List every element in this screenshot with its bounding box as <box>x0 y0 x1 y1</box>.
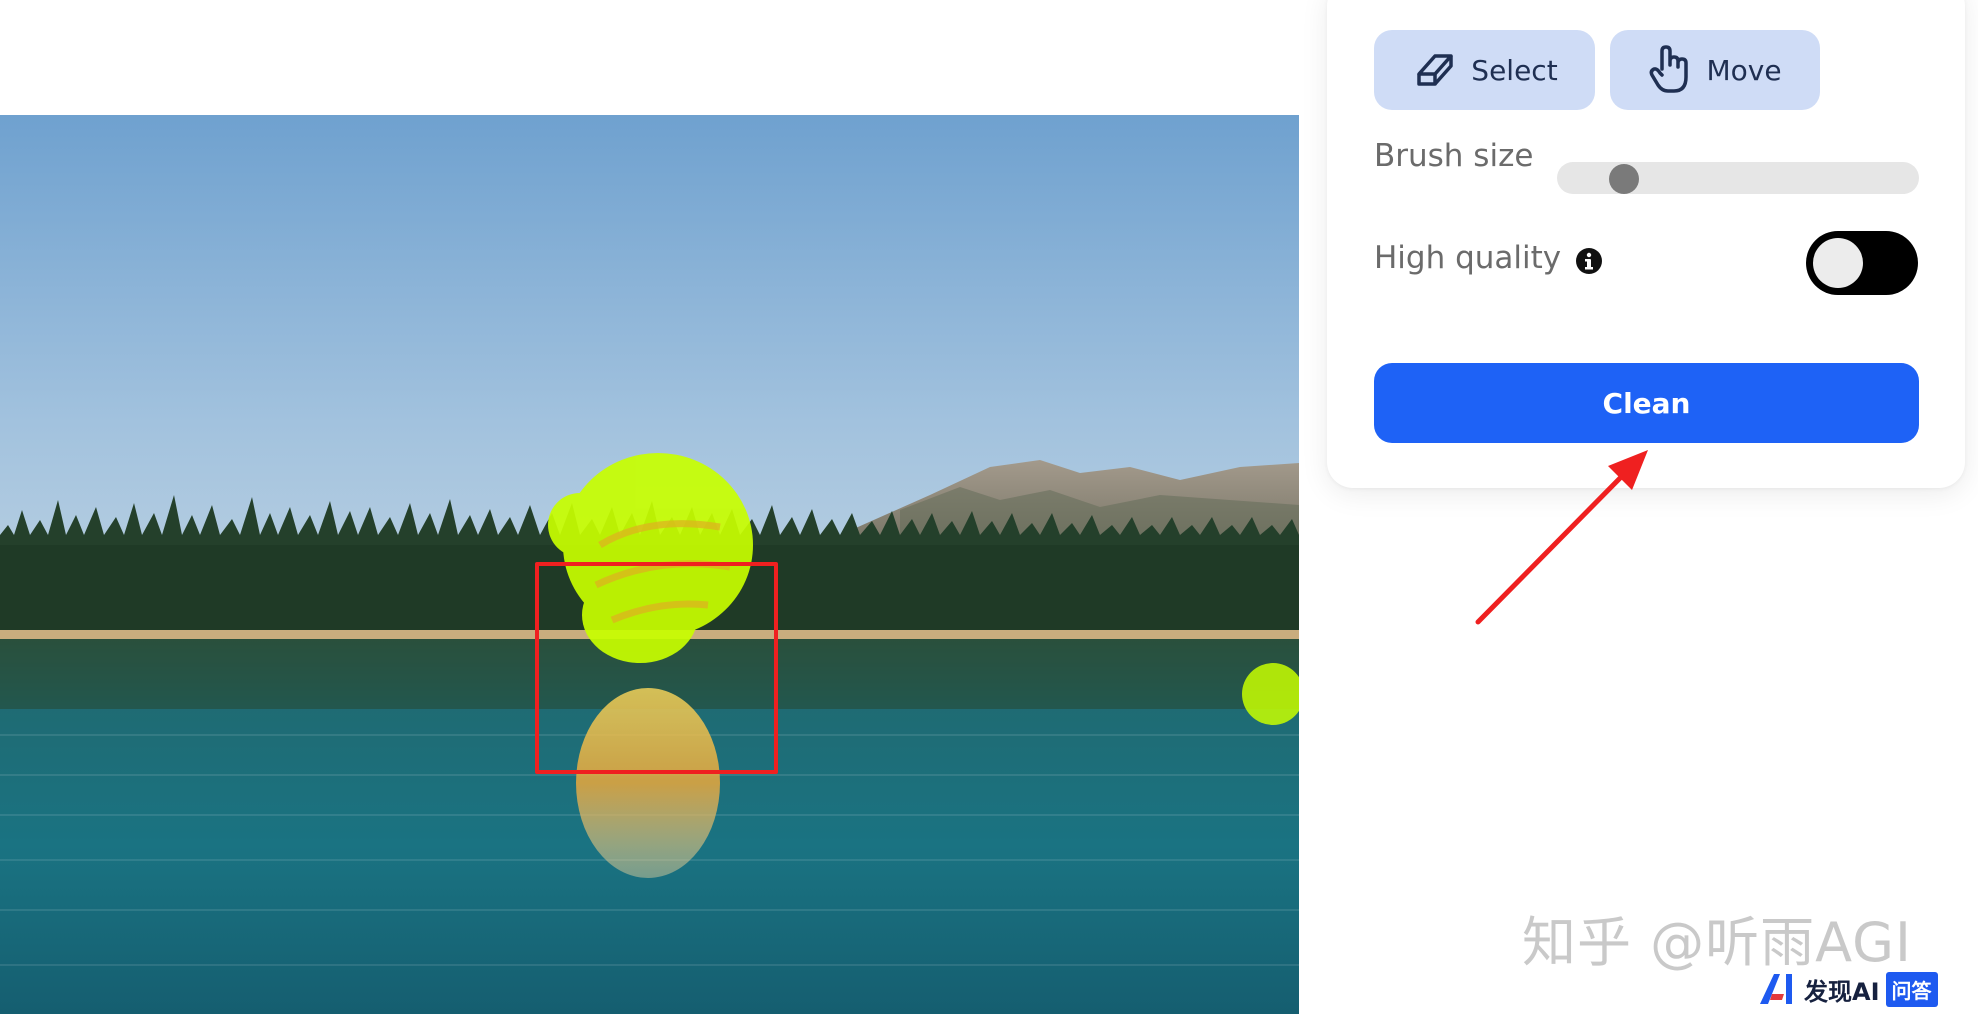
select-label: Select <box>1471 53 1558 87</box>
clean-button[interactable]: Clean <box>1374 363 1919 443</box>
annotation-arrow <box>1475 450 1648 625</box>
ai-logo-icon <box>1760 974 1792 1004</box>
corner-logo: 发现AI 问答 <box>1758 971 1938 1007</box>
info-icon[interactable] <box>1575 247 1603 275</box>
brush-cursor <box>1242 663 1299 725</box>
logo-text: 发现AI <box>1804 977 1880 1006</box>
eraser-icon <box>1417 54 1454 86</box>
brush-size-label: Brush size <box>1374 138 1534 174</box>
image-canvas[interactable] <box>0 115 1299 1014</box>
tool-panel: Select Move Brush size High quality Clea… <box>1327 0 1965 488</box>
brush-size-slider-thumb[interactable] <box>1609 164 1640 194</box>
select-tool-button[interactable]: Select <box>1374 30 1595 110</box>
move-tool-button[interactable]: Move <box>1610 30 1820 110</box>
logo-badge: 问答 <box>1885 971 1938 1007</box>
hand-pointer-icon <box>1650 45 1689 93</box>
high-quality-label: High quality <box>1374 240 1562 276</box>
brush-size-slider[interactable] <box>1557 162 1919 194</box>
toggle-knob <box>1813 238 1863 288</box>
move-label: Move <box>1706 53 1782 87</box>
watermark-text: 知乎 @听雨AGI <box>1522 911 1912 974</box>
selection-box[interactable] <box>535 562 778 774</box>
high-quality-toggle[interactable] <box>1806 231 1918 295</box>
